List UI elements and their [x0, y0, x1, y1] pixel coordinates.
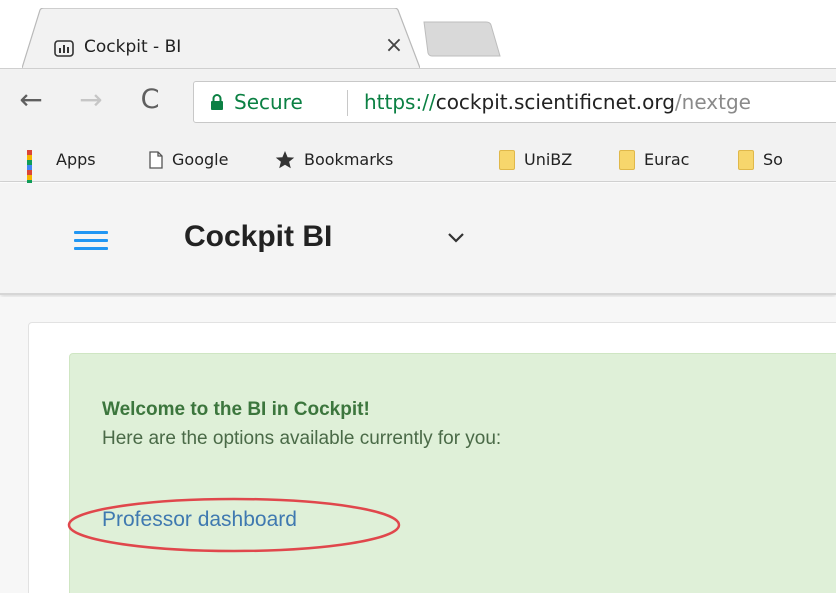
bookmark-google[interactable]: Google	[149, 149, 228, 171]
star-icon	[275, 150, 295, 168]
url-scheme: https://	[364, 90, 436, 114]
secure-label: Secure	[234, 90, 303, 114]
chevron-down-icon[interactable]	[446, 230, 466, 246]
page-icon	[149, 150, 163, 169]
welcome-alert: Welcome to the BI in Cockpit! Here are t…	[69, 353, 836, 593]
hamburger-menu-icon[interactable]	[74, 231, 108, 251]
bookmark-folder-eurac[interactable]: Eurac	[619, 149, 689, 171]
bookmark-folder-so[interactable]: So	[738, 149, 783, 171]
bookmark-bookmarks[interactable]: Bookmarks	[275, 149, 393, 171]
content-area: Welcome to the BI in Cockpit! Here are t…	[0, 297, 836, 593]
tab-title: Cockpit - BI	[84, 37, 182, 57]
new-tab-button[interactable]	[418, 18, 502, 58]
browser-tab-active[interactable]: Cockpit - BI ×	[22, 8, 420, 68]
tab-strip: Cockpit - BI ×	[0, 0, 836, 68]
lock-icon	[211, 94, 223, 110]
tab-shape	[22, 8, 420, 68]
folder-icon	[499, 149, 515, 170]
bookmark-label: Eurac	[644, 150, 690, 169]
reload-icon[interactable]: C	[135, 85, 165, 115]
apps-grid-icon	[27, 149, 47, 195]
bookmarks-bar: Apps Google Bookmarks UniBZ Eurac So	[0, 138, 836, 195]
bookmark-label: Apps	[56, 150, 96, 169]
bookmark-folder-unibz[interactable]: UniBZ	[499, 149, 572, 171]
folder-icon	[738, 149, 754, 170]
address-bar[interactable]: Secure https://cockpit.scientificnet.org…	[193, 81, 836, 123]
cockpit-bars-icon	[54, 40, 74, 57]
app-header: Cockpit BI	[0, 183, 836, 295]
folder-icon	[619, 149, 635, 170]
bookmark-label: Google	[172, 150, 229, 169]
tab-close-icon[interactable]: ×	[382, 34, 406, 58]
welcome-heading: Welcome to the BI in Cockpit!	[102, 399, 370, 420]
browser-toolbar: ← → C Secure https://cockpit.scientificn…	[0, 68, 836, 138]
welcome-text: Here are the options available currently…	[102, 428, 502, 449]
content-card: Welcome to the BI in Cockpit! Here are t…	[28, 322, 836, 593]
omnibox-separator	[347, 90, 348, 116]
url-text[interactable]: https://cockpit.scientificnet.org/nextge	[364, 90, 751, 114]
app-title: Cockpit BI	[184, 220, 333, 253]
bookmark-label: Bookmarks	[304, 150, 394, 169]
forward-arrow-icon[interactable]: →	[76, 85, 106, 115]
bookmark-apps[interactable]: Apps	[27, 149, 96, 195]
back-arrow-icon[interactable]: ←	[16, 85, 46, 115]
bookmark-label: So	[763, 150, 783, 169]
professor-dashboard-link[interactable]: Professor dashboard	[102, 508, 297, 532]
url-host: cockpit.scientificnet.org	[435, 90, 675, 114]
url-path: /nextge	[674, 90, 751, 114]
bookmark-label: UniBZ	[524, 150, 573, 169]
